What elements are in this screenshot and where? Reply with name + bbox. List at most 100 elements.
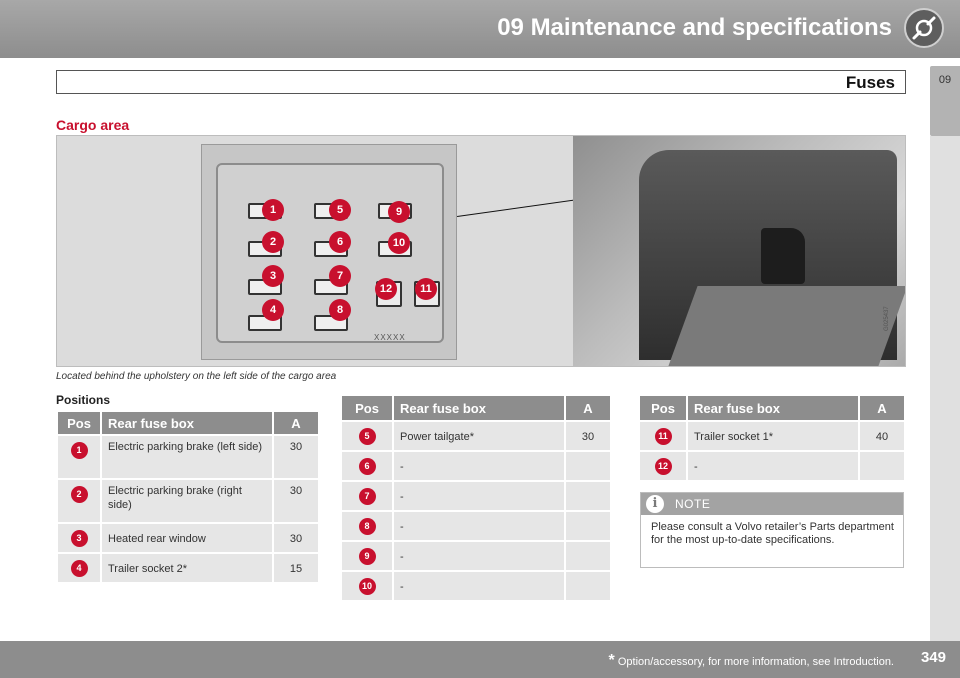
- pos-badge: 8: [358, 518, 376, 535]
- amp-cell: [858, 450, 906, 482]
- pos-cell: 4: [56, 552, 102, 584]
- footnote-text: Option/accessory, for more information, …: [617, 656, 894, 668]
- amp-cell: [564, 480, 612, 512]
- fuse-badge-8: 8: [329, 299, 351, 321]
- table-row: 4 Trailer socket 2* 15: [56, 552, 320, 584]
- pos-badge: 5: [358, 428, 376, 445]
- cargo-area-photo: [573, 136, 905, 366]
- note-title: NOTE: [675, 497, 711, 511]
- chapter-title: 09 Maintenance and specifications: [497, 14, 892, 41]
- amp-cell: 30: [272, 434, 320, 480]
- fuse-badge-10: 10: [388, 232, 410, 254]
- desc-cell: Power tailgate*: [392, 420, 566, 452]
- pos-badge: 3: [70, 530, 88, 547]
- side-tab-label: 09: [938, 74, 952, 86]
- amp-cell: 30: [272, 478, 320, 524]
- desc-cell: Heated rear window: [100, 522, 274, 554]
- pos-badge: 6: [358, 458, 376, 475]
- amp-cell: 30: [564, 420, 612, 452]
- subheading: Cargo area: [56, 117, 130, 133]
- note-box: i NOTE Please consult a Volvo retailer’s…: [640, 492, 904, 568]
- pos-cell: 11: [638, 420, 688, 452]
- table-row: 10 -: [340, 570, 612, 602]
- footer-bar: * Option/accessory, for more information…: [0, 641, 960, 678]
- desc-cell: -: [686, 450, 860, 482]
- amp-cell: [564, 450, 612, 482]
- amp-cell: [564, 510, 612, 542]
- pos-badge: 2: [70, 486, 88, 503]
- footnote: * Option/accessory, for more information…: [609, 652, 894, 670]
- fuse-badge-1: 1: [262, 199, 284, 221]
- fuse-badge-3: 3: [262, 265, 284, 287]
- pos-cell: 5: [340, 420, 394, 452]
- side-upholstery-panel: [761, 228, 805, 284]
- fuse-badge-4: 4: [262, 299, 284, 321]
- amp-cell: 15: [272, 552, 320, 584]
- table-row: 11 Trailer socket 1* 40: [638, 420, 906, 452]
- desc-cell: -: [392, 480, 566, 512]
- column-header-desc: Rear fuse box: [100, 410, 274, 436]
- section-title: Fuses: [845, 73, 895, 92]
- pos-badge: 4: [70, 560, 88, 577]
- table-row: 9 -: [340, 540, 612, 572]
- desc-cell: -: [392, 510, 566, 542]
- column-header-desc: Rear fuse box: [686, 394, 860, 422]
- pos-badge: 7: [358, 488, 376, 505]
- positions-heading: Positions: [56, 393, 111, 407]
- table-row: 7 -: [340, 480, 612, 512]
- photo-code: G025437: [884, 306, 890, 331]
- wrench-icon: [904, 8, 944, 48]
- pos-badge: 12: [654, 458, 672, 475]
- column-header-amp: A: [564, 394, 612, 422]
- amp-cell: [564, 570, 612, 602]
- table-row: 1 Electric parking brake (left side) 30: [56, 434, 320, 480]
- fuse-table-1: Pos Rear fuse box A 1 Electric parking b…: [56, 410, 320, 584]
- footnote-asterisk: *: [608, 652, 615, 669]
- desc-cell: -: [392, 570, 566, 602]
- fuse-badge-12: 12: [375, 278, 397, 300]
- info-icon: i: [646, 495, 664, 513]
- pos-cell: 3: [56, 522, 102, 554]
- note-text: Please consult a Volvo retailer’s Parts …: [651, 521, 894, 546]
- page-number: 349: [920, 649, 946, 666]
- fuse-box-illustration: XXXXX 1 2 3 4 5 6 7 8 9 10 11 12 G025437: [56, 135, 906, 367]
- fuse-badge-5: 5: [329, 199, 351, 221]
- fuse-box-diagram: XXXXX: [201, 144, 457, 360]
- header-bar: 09 Maintenance and specifications: [0, 0, 960, 58]
- column-header-pos: Pos: [56, 410, 102, 436]
- column-header-amp: A: [272, 410, 320, 436]
- section-title-box: Fuses: [56, 70, 906, 94]
- table-row: 3 Heated rear window 30: [56, 522, 320, 554]
- desc-cell: Trailer socket 2*: [100, 552, 274, 584]
- pos-cell: 9: [340, 540, 394, 572]
- column-header-pos: Pos: [340, 394, 394, 422]
- amp-cell: [564, 540, 612, 572]
- table-header-row: Pos Rear fuse box A: [340, 394, 612, 422]
- fuse-badge-2: 2: [262, 231, 284, 253]
- desc-cell: Electric parking brake (left side): [100, 434, 274, 480]
- table-row: 2 Electric parking brake (right side) 30: [56, 478, 320, 524]
- fuse-badge-6: 6: [329, 231, 351, 253]
- desc-cell: -: [392, 540, 566, 572]
- fuse-table-3: Pos Rear fuse box A 11 Trailer socket 1*…: [638, 394, 906, 482]
- table-row: 6 -: [340, 450, 612, 482]
- amp-cell: 40: [858, 420, 906, 452]
- fuse-badge-11: 11: [415, 278, 437, 300]
- table-header-row: Pos Rear fuse box A: [56, 410, 320, 436]
- illustration-caption: Located behind the upholstery on the lef…: [56, 371, 337, 382]
- column-header-amp: A: [858, 394, 906, 422]
- pos-cell: 1: [56, 434, 102, 480]
- pos-cell: 6: [340, 450, 394, 482]
- pos-badge: 11: [654, 428, 672, 445]
- pos-badge: 9: [358, 548, 376, 565]
- column-header-pos: Pos: [638, 394, 688, 422]
- column-header-desc: Rear fuse box: [392, 394, 566, 422]
- pos-cell: 7: [340, 480, 394, 512]
- desc-cell: -: [392, 450, 566, 482]
- fuse-table-2: Pos Rear fuse box A 5 Power tailgate* 30…: [340, 394, 612, 602]
- fuse-box-label: XXXXX: [374, 333, 406, 342]
- pos-cell: 10: [340, 570, 394, 602]
- pos-badge: 10: [358, 578, 376, 595]
- table-row: 8 -: [340, 510, 612, 542]
- chapter-side-tab[interactable]: 09: [930, 66, 960, 136]
